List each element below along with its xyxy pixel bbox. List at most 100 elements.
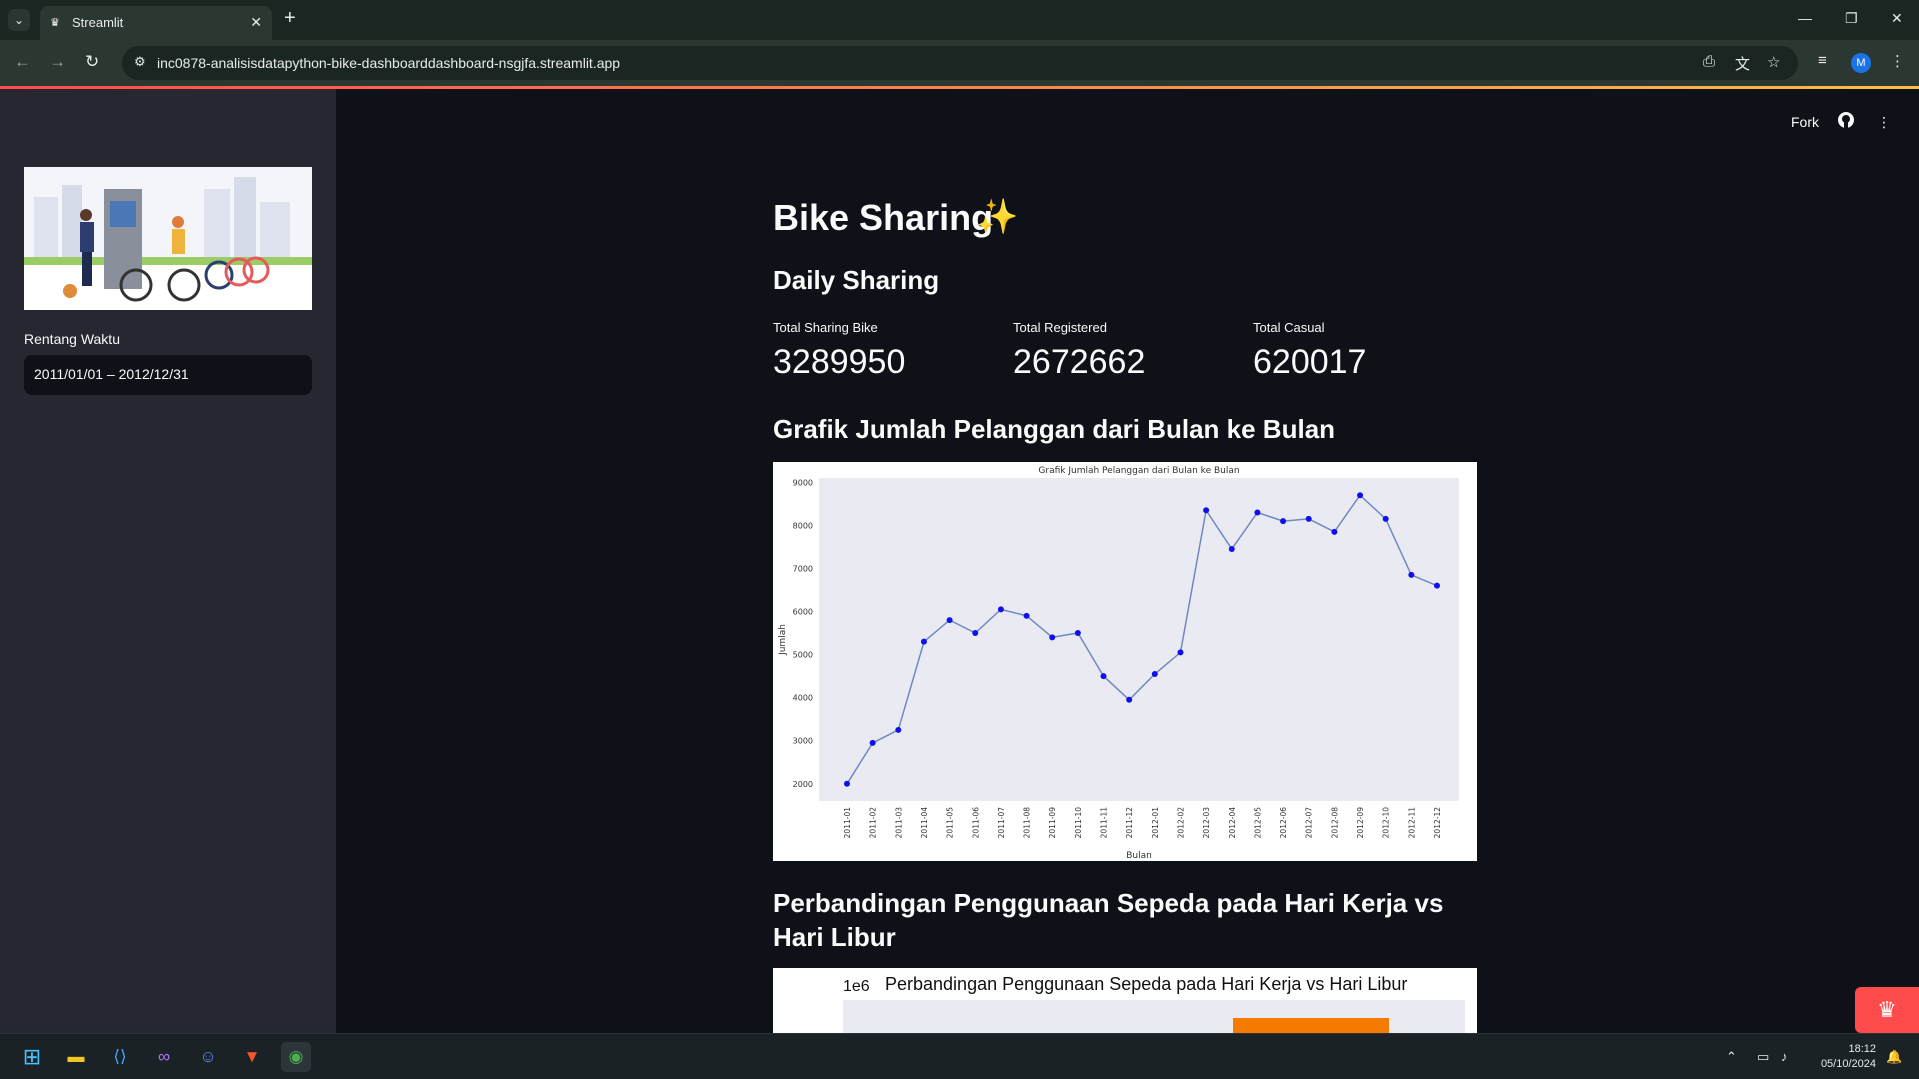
x-tick-label: 2011-12 xyxy=(1125,807,1134,839)
x-tick-label: 2011-09 xyxy=(1048,807,1057,839)
bookmark-star-icon[interactable]: ☆ xyxy=(1767,53,1780,71)
system-clock[interactable]: 18:12 05/10/2024 xyxy=(1810,1042,1876,1072)
x-tick-label: 2012-08 xyxy=(1330,807,1339,839)
file-explorer-icon[interactable]: ▬ xyxy=(61,1042,91,1072)
profile-avatar[interactable]: M xyxy=(1851,53,1871,73)
data-point xyxy=(972,630,979,637)
tab-title: Streamlit xyxy=(72,15,124,30)
data-point xyxy=(1434,582,1440,589)
back-icon[interactable]: ← xyxy=(14,52,31,72)
line-chart-svg: Grafik Jumlah Pelanggan dari Bulan ke Bu… xyxy=(778,466,1459,861)
reading-list-icon[interactable]: ≡ xyxy=(1818,52,1827,69)
data-point xyxy=(1254,509,1261,516)
x-tick-label: 2012-07 xyxy=(1305,807,1314,839)
address-bar[interactable]: ⚙ inc0878-analisisdatapython-bike-dashbo… xyxy=(122,46,1798,80)
date-range-input[interactable]: 2011/01/01 – 2012/12/31 xyxy=(24,355,312,395)
data-point xyxy=(1126,696,1133,703)
data-point xyxy=(1382,515,1389,522)
data-point xyxy=(1228,546,1235,553)
x-tick-label: 2011-04 xyxy=(920,807,929,839)
vscode-icon[interactable]: ⟨⟩ xyxy=(105,1042,135,1072)
translate-icon[interactable]: 文 xyxy=(1735,53,1750,74)
chart2-bar xyxy=(1233,1018,1389,1033)
data-point xyxy=(1023,612,1030,619)
data-point xyxy=(1203,507,1210,514)
volume-icon[interactable]: ♪ xyxy=(1781,1049,1788,1064)
discord-icon[interactable]: ☺ xyxy=(193,1042,223,1072)
windows-start-icon[interactable]: ⊞ xyxy=(17,1042,47,1072)
metric-label-registered: Total Registered xyxy=(1013,320,1107,335)
x-tick-label: 2011-02 xyxy=(869,807,878,839)
x-tick-label: 2011-11 xyxy=(1100,807,1109,839)
data-point xyxy=(1151,670,1158,677)
data-point xyxy=(1177,649,1184,656)
network-icon[interactable]: ▭ xyxy=(1757,1049,1769,1065)
data-point xyxy=(895,726,902,733)
chart2-title: Perbandingan Penggunaan Sepeda pada Hari… xyxy=(885,974,1408,994)
y-axis-label: Jumlah xyxy=(778,624,788,656)
chart2-heading: Perbandingan Penggunaan Sepeda pada Hari… xyxy=(773,888,1444,952)
x-tick-label: 2011-03 xyxy=(894,807,903,839)
streamlit-favicon-icon: ♛ xyxy=(50,17,60,29)
sidebar: Rentang Waktu 2011/01/01 – 2012/12/31 xyxy=(0,89,336,1033)
data-point xyxy=(844,780,850,787)
site-info-icon[interactable]: ⚙ xyxy=(134,54,146,70)
x-tick-label: 2012-05 xyxy=(1253,807,1262,839)
tab-close-icon[interactable]: ✕ xyxy=(250,14,262,31)
data-point xyxy=(920,638,927,645)
x-tick-label: 2011-10 xyxy=(1074,807,1083,839)
active-tab[interactable]: ♛ Streamlit ✕ xyxy=(40,6,272,40)
x-tick-label: 2012-03 xyxy=(1202,807,1211,839)
x-tick-label: 2012-10 xyxy=(1382,807,1391,839)
visual-studio-icon[interactable]: ∞ xyxy=(149,1042,179,1072)
metric-label-total: Total Sharing Bike xyxy=(773,320,878,335)
notifications-icon[interactable]: 🔔 xyxy=(1886,1049,1902,1065)
x-tick-label: 2012-01 xyxy=(1151,807,1160,839)
x-tick-label: 2011-07 xyxy=(997,807,1006,839)
forward-icon[interactable]: → xyxy=(49,52,66,72)
chrome-icon[interactable]: ◉ xyxy=(281,1042,311,1072)
x-axis-label: Bulan xyxy=(1126,851,1152,861)
y-tick-label: 6000 xyxy=(793,608,813,617)
data-point xyxy=(1305,515,1312,522)
brave-icon[interactable]: ▼ xyxy=(237,1042,267,1072)
chart2-y-scale-label: 1e6 xyxy=(843,978,870,995)
sparkles-emoji: ✨ xyxy=(976,198,1019,236)
browser-tabstrip: ⌄ ♛ Streamlit ✕ + — ❐ ✕ xyxy=(0,0,1919,40)
y-tick-label: 8000 xyxy=(793,521,813,530)
reload-icon[interactable]: ↻ xyxy=(85,52,99,72)
x-tick-label: 2012-09 xyxy=(1356,807,1365,839)
main-content: Bike Sharing ✨ Daily Sharing Total Shari… xyxy=(336,89,1919,1033)
metric-value-total: 3289950 xyxy=(773,343,906,381)
minimize-icon[interactable]: — xyxy=(1798,10,1812,26)
new-tab-button[interactable]: + xyxy=(284,8,296,28)
x-tick-label: 2012-11 xyxy=(1407,807,1416,839)
y-tick-label: 5000 xyxy=(793,651,813,660)
data-point xyxy=(1049,634,1056,641)
data-point xyxy=(1408,571,1415,578)
chart-title: Grafik Jumlah Pelanggan dari Bulan ke Bu… xyxy=(1038,466,1239,476)
browser-toolbar: ← → ↻ ⚙ inc0878-analisisdatapython-bike-… xyxy=(0,40,1919,86)
streamlit-manage-app-button[interactable]: ♛ xyxy=(1855,987,1919,1033)
tray-overflow-icon[interactable]: ⌃ xyxy=(1726,1049,1737,1065)
x-tick-label: 2011-06 xyxy=(971,807,980,839)
browser-menu-icon[interactable]: ⋮ xyxy=(1890,52,1905,70)
chart1-heading: Grafik Jumlah Pelanggan dari Bulan ke Bu… xyxy=(773,414,1336,444)
clock-date: 05/10/2024 xyxy=(1820,1058,1876,1070)
x-tick-label: 2012-12 xyxy=(1433,807,1442,839)
url-text[interactable]: inc0878-analisisdatapython-bike-dashboar… xyxy=(157,55,620,71)
bike-sharing-illustration xyxy=(24,167,312,310)
metric-value-casual: 620017 xyxy=(1253,343,1367,381)
windows-taskbar: ⊞ ▬ ⟨⟩ ∞ ☺ ▼ ◉ ⌃ ▭ ♪ 18:12 05/10/2024 🔔 xyxy=(0,1033,1919,1079)
y-tick-label: 4000 xyxy=(793,694,813,703)
restore-icon[interactable]: ❐ xyxy=(1845,10,1858,27)
install-app-icon[interactable]: ⎙ xyxy=(1703,53,1715,70)
x-tick-label: 2011-05 xyxy=(946,807,955,839)
data-point xyxy=(1331,528,1338,535)
tab-search-button[interactable]: ⌄ xyxy=(8,9,30,31)
x-tick-label: 2011-01 xyxy=(843,807,852,839)
daily-sharing-heading: Daily Sharing xyxy=(773,265,940,295)
close-window-icon[interactable]: ✕ xyxy=(1891,10,1903,27)
weekday-holiday-chart: 1e6 Perbandingan Penggunaan Sepeda pada … xyxy=(773,968,1477,1033)
data-point xyxy=(946,617,953,624)
